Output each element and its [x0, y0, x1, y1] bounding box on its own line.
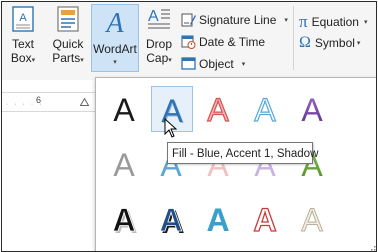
- text-box-button[interactable]: A Text Box▾: [6, 6, 40, 68]
- gallery-letter: A: [159, 202, 182, 238]
- gallery-letter: A: [301, 92, 323, 128]
- text-box-icon: A: [12, 6, 34, 32]
- wordart-a-navy-bold-icon: A A: [159, 202, 185, 240]
- pi-icon: π: [299, 12, 308, 31]
- drop-cap-caret: ▾: [168, 57, 172, 64]
- date-time-label: Date & Time: [199, 34, 266, 49]
- drop-cap-icon: A: [148, 8, 170, 29]
- gallery-letter: A: [206, 202, 229, 238]
- gallery-letter: A: [112, 202, 135, 238]
- wordart-style-gray[interactable]: A: [104, 141, 144, 185]
- signature-pen-icon: [181, 13, 196, 27]
- symbol-label: Symbol: [314, 36, 355, 50]
- wordart-a-red-icon: A: [207, 91, 230, 128]
- style-tooltip: Fill - Blue, Accent 1, Shadow: [167, 142, 318, 164]
- horizontal-ruler[interactable]: · · · · · 6: [2, 92, 98, 112]
- object-icon: [181, 57, 196, 70]
- wordart-a-cream-icon: A: [301, 202, 324, 239]
- symbol-button[interactable]: Ω Symbol ▾: [299, 34, 360, 52]
- quick-parts-icon: [57, 6, 79, 32]
- equation-caret: ▾: [363, 19, 368, 26]
- gallery-letter: A: [207, 92, 229, 128]
- wordart-a-red-outline-icon: A: [253, 201, 277, 238]
- wordart-style-cream[interactable]: A: [292, 196, 332, 240]
- svg-text:A: A: [19, 12, 27, 24]
- wordart-caret: ▾: [113, 59, 117, 66]
- wordart-a-teal-icon: A: [206, 202, 229, 238]
- wordart-style-teal-bold[interactable]: A: [198, 196, 238, 240]
- ruler-number: 6: [36, 95, 42, 105]
- wordart-style-red-outline[interactable]: A: [198, 86, 238, 130]
- gallery-letter: A: [254, 92, 276, 128]
- text-box-caret: ▾: [31, 57, 36, 64]
- wordart-style-blue-bold[interactable]: A A: [151, 196, 191, 240]
- wordart-style-black[interactable]: A: [104, 86, 144, 130]
- svg-text:A: A: [148, 8, 159, 25]
- wordart-a-outline-icon: A: [254, 91, 277, 128]
- equation-button[interactable]: π Equation ▾: [299, 12, 367, 32]
- object-caret: ▾: [241, 60, 246, 68]
- date-time-button[interactable]: Date & Time: [181, 34, 265, 49]
- quick-parts-button[interactable]: Quick Parts▾: [48, 6, 88, 68]
- mouse-pointer-icon: [164, 118, 178, 138]
- object-label: Object: [199, 56, 234, 71]
- wordart-button[interactable]: A WordArt ▾: [91, 4, 139, 72]
- equation-label: Equation: [311, 15, 359, 29]
- signature-line-button[interactable]: Signature Line ▾: [181, 12, 288, 27]
- signature-line-label: Signature Line: [199, 12, 277, 27]
- drop-cap-line2: Cap: [146, 51, 169, 65]
- calendar-clock-icon: [181, 35, 196, 49]
- wordart-style-purple[interactable]: A: [292, 86, 332, 130]
- quick-parts-line2: Parts: [52, 51, 81, 65]
- wordart-style-red-outline-bold[interactable]: A: [245, 196, 285, 240]
- gallery-letter: A: [253, 202, 276, 238]
- text-box-line2: Box: [10, 51, 32, 65]
- wordart-a-black-bold-icon: A A: [112, 202, 138, 240]
- wordart-icon: A: [104, 8, 124, 39]
- svg-text:A: A: [104, 8, 124, 37]
- insert-ribbon: A Text Box▾ Quick Parts▾ A WordArt ▾ A D…: [2, 2, 376, 80]
- gallery-letter: A: [301, 202, 323, 238]
- gallery-letter: A: [113, 147, 135, 183]
- ribbon-separator: [293, 6, 294, 70]
- indent-marker-icon[interactable]: [80, 98, 89, 106]
- wordart-a-gray-icon: A: [113, 147, 135, 183]
- wordart-a-purple-icon: A: [301, 92, 323, 128]
- drop-cap-button[interactable]: A Drop Cap▾: [142, 6, 176, 68]
- object-button[interactable]: Object ▾: [181, 56, 245, 71]
- symbol-caret: ▾: [356, 40, 361, 47]
- wordart-style-blue-outline[interactable]: A: [245, 86, 285, 130]
- wordart-a-black-icon: A: [113, 92, 135, 128]
- quick-parts-caret: ▾: [80, 57, 84, 64]
- gallery-letter: A: [113, 92, 135, 128]
- wordart-style-black-bold[interactable]: A A: [104, 196, 144, 240]
- wordart-label: WordArt: [93, 42, 137, 56]
- omega-icon: Ω: [299, 34, 311, 51]
- text-box-line1: Text: [11, 37, 34, 51]
- quick-parts-line1: Quick: [52, 37, 84, 51]
- signature-line-caret: ▾: [284, 16, 288, 24]
- drop-cap-line1: Drop: [145, 37, 172, 51]
- resize-grip-icon[interactable]: [368, 243, 376, 251]
- word-window: A Text Box▾ Quick Parts▾ A WordArt ▾ A D…: [1, 1, 377, 252]
